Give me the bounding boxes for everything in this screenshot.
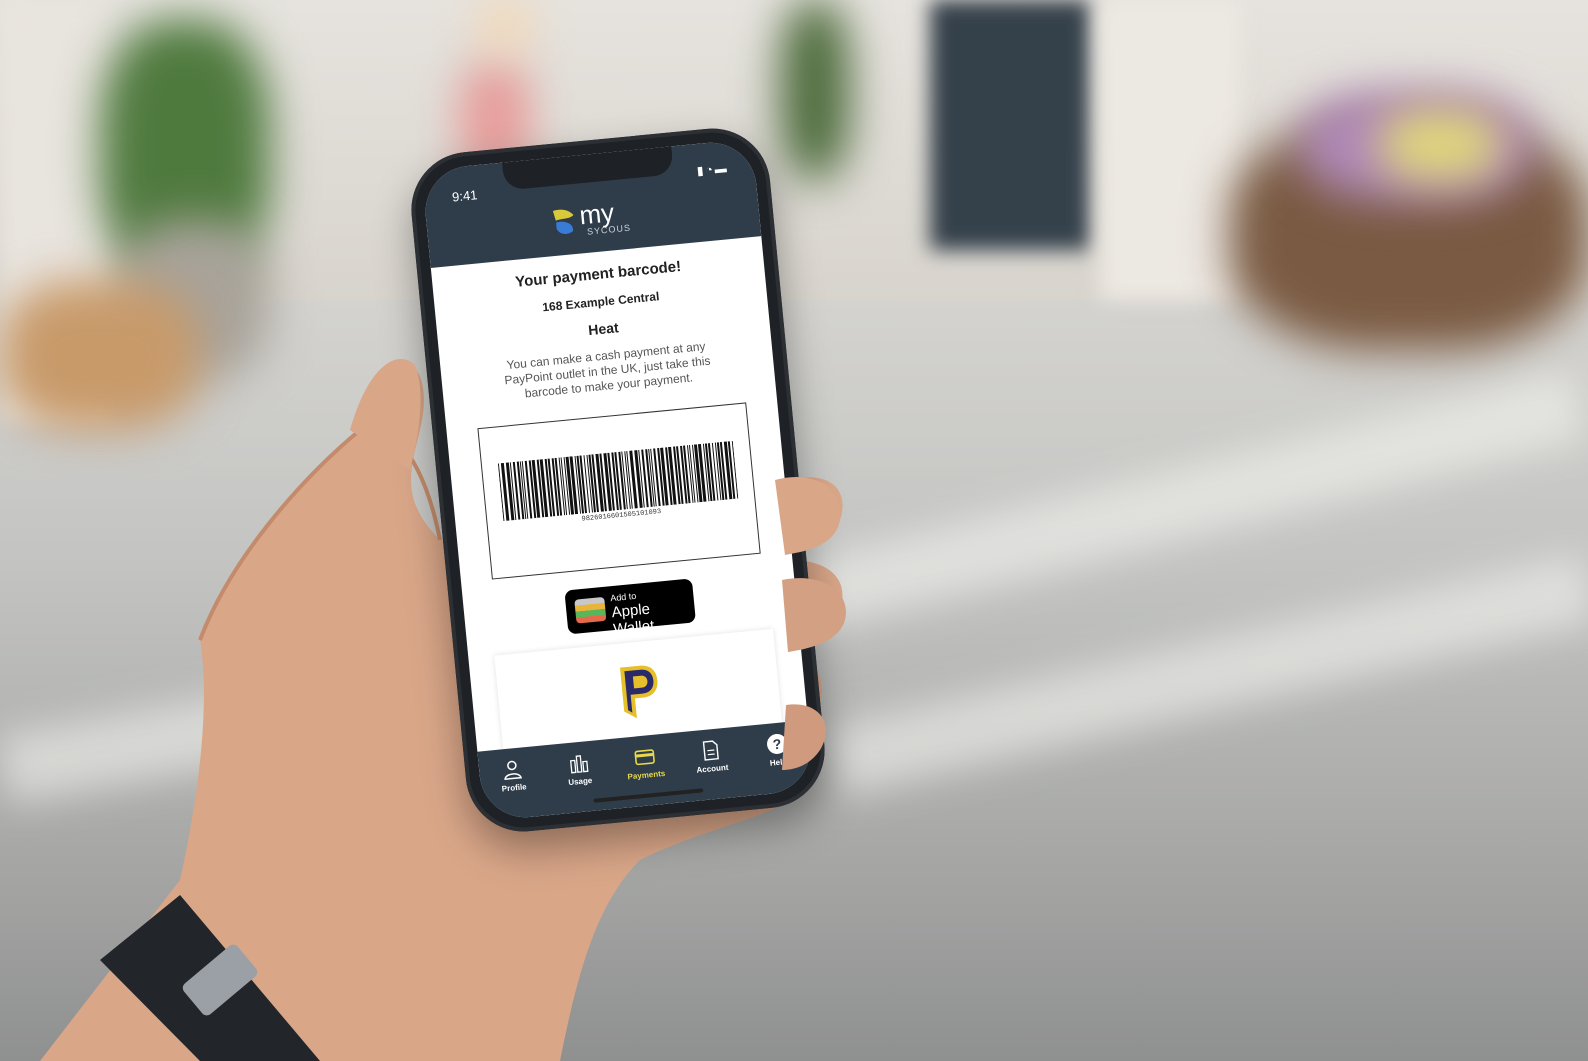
- paypoint-logo-icon: [619, 665, 658, 719]
- tab-label: Account: [696, 762, 729, 775]
- card-icon: [634, 749, 655, 766]
- tab-account[interactable]: Account: [680, 737, 743, 777]
- wallet-big-label: Apple Wallet: [610, 600, 656, 639]
- status-icons: ▮◔▬: [696, 161, 729, 178]
- tab-usage[interactable]: Usage: [548, 749, 611, 789]
- smartphone: 9:41 ▮◔▬ my SYCOUS Your payment barcode!…: [406, 123, 830, 837]
- tab-payments[interactable]: Payments: [614, 743, 677, 783]
- tab-profile[interactable]: Profile: [482, 756, 545, 796]
- tab-label: Help: [769, 757, 788, 768]
- status-time: 9:41: [451, 187, 479, 205]
- bar-chart-icon: [569, 755, 589, 774]
- tab-label: Profile: [501, 782, 528, 794]
- phone-screen: 9:41 ▮◔▬ my SYCOUS Your payment barcode!…: [421, 138, 815, 822]
- app-logo: my SYCOUS: [546, 195, 640, 247]
- background-plant: [780, 0, 850, 180]
- payment-description: You can make a cash payment at any PayPo…: [503, 339, 712, 401]
- background-light: [480, 0, 530, 50]
- svg-text:?: ?: [772, 736, 782, 753]
- background-door: [930, 0, 1090, 250]
- tab-label: Usage: [567, 775, 593, 788]
- payment-content: Your payment barcode! 168 Example Centra…: [431, 236, 808, 766]
- tab-help[interactable]: ? Help: [746, 730, 809, 770]
- background-flowers: [1380, 110, 1500, 180]
- background-column: [1100, 0, 1240, 300]
- barcode-panel: 9826016601505101093: [477, 402, 761, 580]
- person-icon: [504, 760, 523, 781]
- help-icon: ?: [766, 733, 787, 754]
- document-icon: [703, 740, 720, 761]
- wallet-icon: [574, 596, 607, 624]
- logo-mark-icon: [552, 209, 574, 234]
- add-to-apple-wallet-button[interactable]: Add to Apple Wallet: [564, 578, 696, 638]
- battery-icon: ▬: [713, 160, 730, 177]
- background-boxes: [0, 280, 200, 430]
- tab-label: Payments: [627, 768, 666, 782]
- notch: [502, 146, 674, 191]
